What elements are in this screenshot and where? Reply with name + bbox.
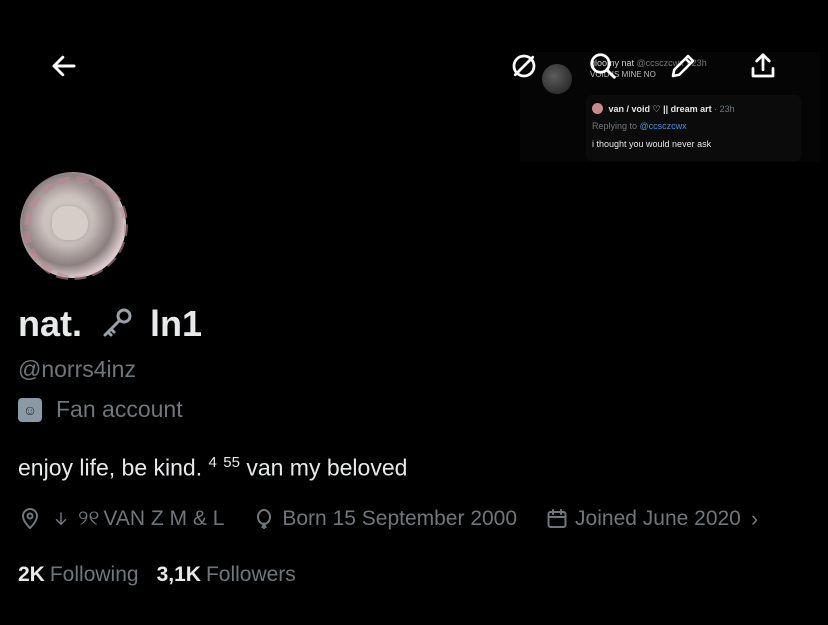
arrow-down-icon xyxy=(55,512,67,526)
quote-avatar xyxy=(592,103,603,114)
search-icon xyxy=(590,53,616,79)
location-pin-icon xyxy=(21,508,39,530)
birthday-text: Born 15 September 2000 xyxy=(282,507,518,530)
bio-sup-2: 55 xyxy=(223,454,240,471)
search-button[interactable] xyxy=(583,46,623,86)
quote-name: van / void ♡ || dream art xyxy=(608,104,712,114)
joined-text: Joined June 2020 xyxy=(575,507,741,530)
follow-stats: 2K Following 3,1K Followers xyxy=(18,563,314,587)
embed-quote: van / void ♡ || dream art · 23h Replying… xyxy=(586,95,801,161)
location-text: VAN Z M & L xyxy=(103,507,225,530)
following-label[interactable]: Following xyxy=(50,563,139,587)
embed-avatar xyxy=(542,64,572,94)
edit-button[interactable] xyxy=(663,46,703,86)
profile-category: ☺ Fan account xyxy=(18,396,183,423)
display-name-part1: nat. xyxy=(18,303,83,344)
profile-meta: ୨୧ VAN Z M & L Born 15 September 2000 Jo… xyxy=(18,506,758,532)
balloon-icon xyxy=(257,509,272,529)
quote-time: · 23h xyxy=(714,104,735,114)
followers-label[interactable]: Followers xyxy=(206,563,296,587)
profile-avatar[interactable] xyxy=(18,170,128,280)
calendar-icon xyxy=(547,509,567,528)
key-icon xyxy=(100,306,132,350)
location-item: ୨୧ VAN Z M & L xyxy=(18,507,224,531)
replying-label: Replying to xyxy=(592,121,638,131)
category-label: Fan account xyxy=(56,396,183,422)
theater-mask-icon: ☺ xyxy=(18,397,42,422)
location-prefix: ୨୧ xyxy=(78,507,100,530)
edit-icon xyxy=(671,54,695,78)
display-name-part2: ln1 xyxy=(150,303,203,344)
hide-button[interactable] xyxy=(504,46,544,86)
username: @norrs4inz xyxy=(18,356,136,382)
replying-handle: @ccsczcwx xyxy=(639,121,687,131)
arrow-left-icon xyxy=(52,55,76,77)
bio: enjoy life, be kind. 4 55 van my beloved xyxy=(18,454,407,482)
hide-icon xyxy=(512,54,536,78)
profile-banner: gloomy nat @ccsczcwx · 23h VOID IS MINE … xyxy=(0,0,828,200)
quote-text: i thought you would never ask xyxy=(592,139,712,149)
share-icon xyxy=(751,53,775,78)
display-name: nat. ln1 xyxy=(18,302,202,350)
back-button[interactable] xyxy=(44,46,84,86)
following-count[interactable]: 2K xyxy=(18,563,45,587)
chevron-right-icon: › xyxy=(750,506,759,531)
bio-text-2: van my beloved xyxy=(246,454,408,481)
followers-count[interactable]: 3,1K xyxy=(157,563,201,587)
share-button[interactable] xyxy=(743,46,783,86)
bio-text-1: enjoy life, be kind. xyxy=(18,454,203,481)
bio-sup-1: 4 xyxy=(208,454,217,471)
birthday-item: Born 15 September 2000 xyxy=(252,507,517,531)
joined-item[interactable]: Joined June 2020 › xyxy=(545,506,758,532)
